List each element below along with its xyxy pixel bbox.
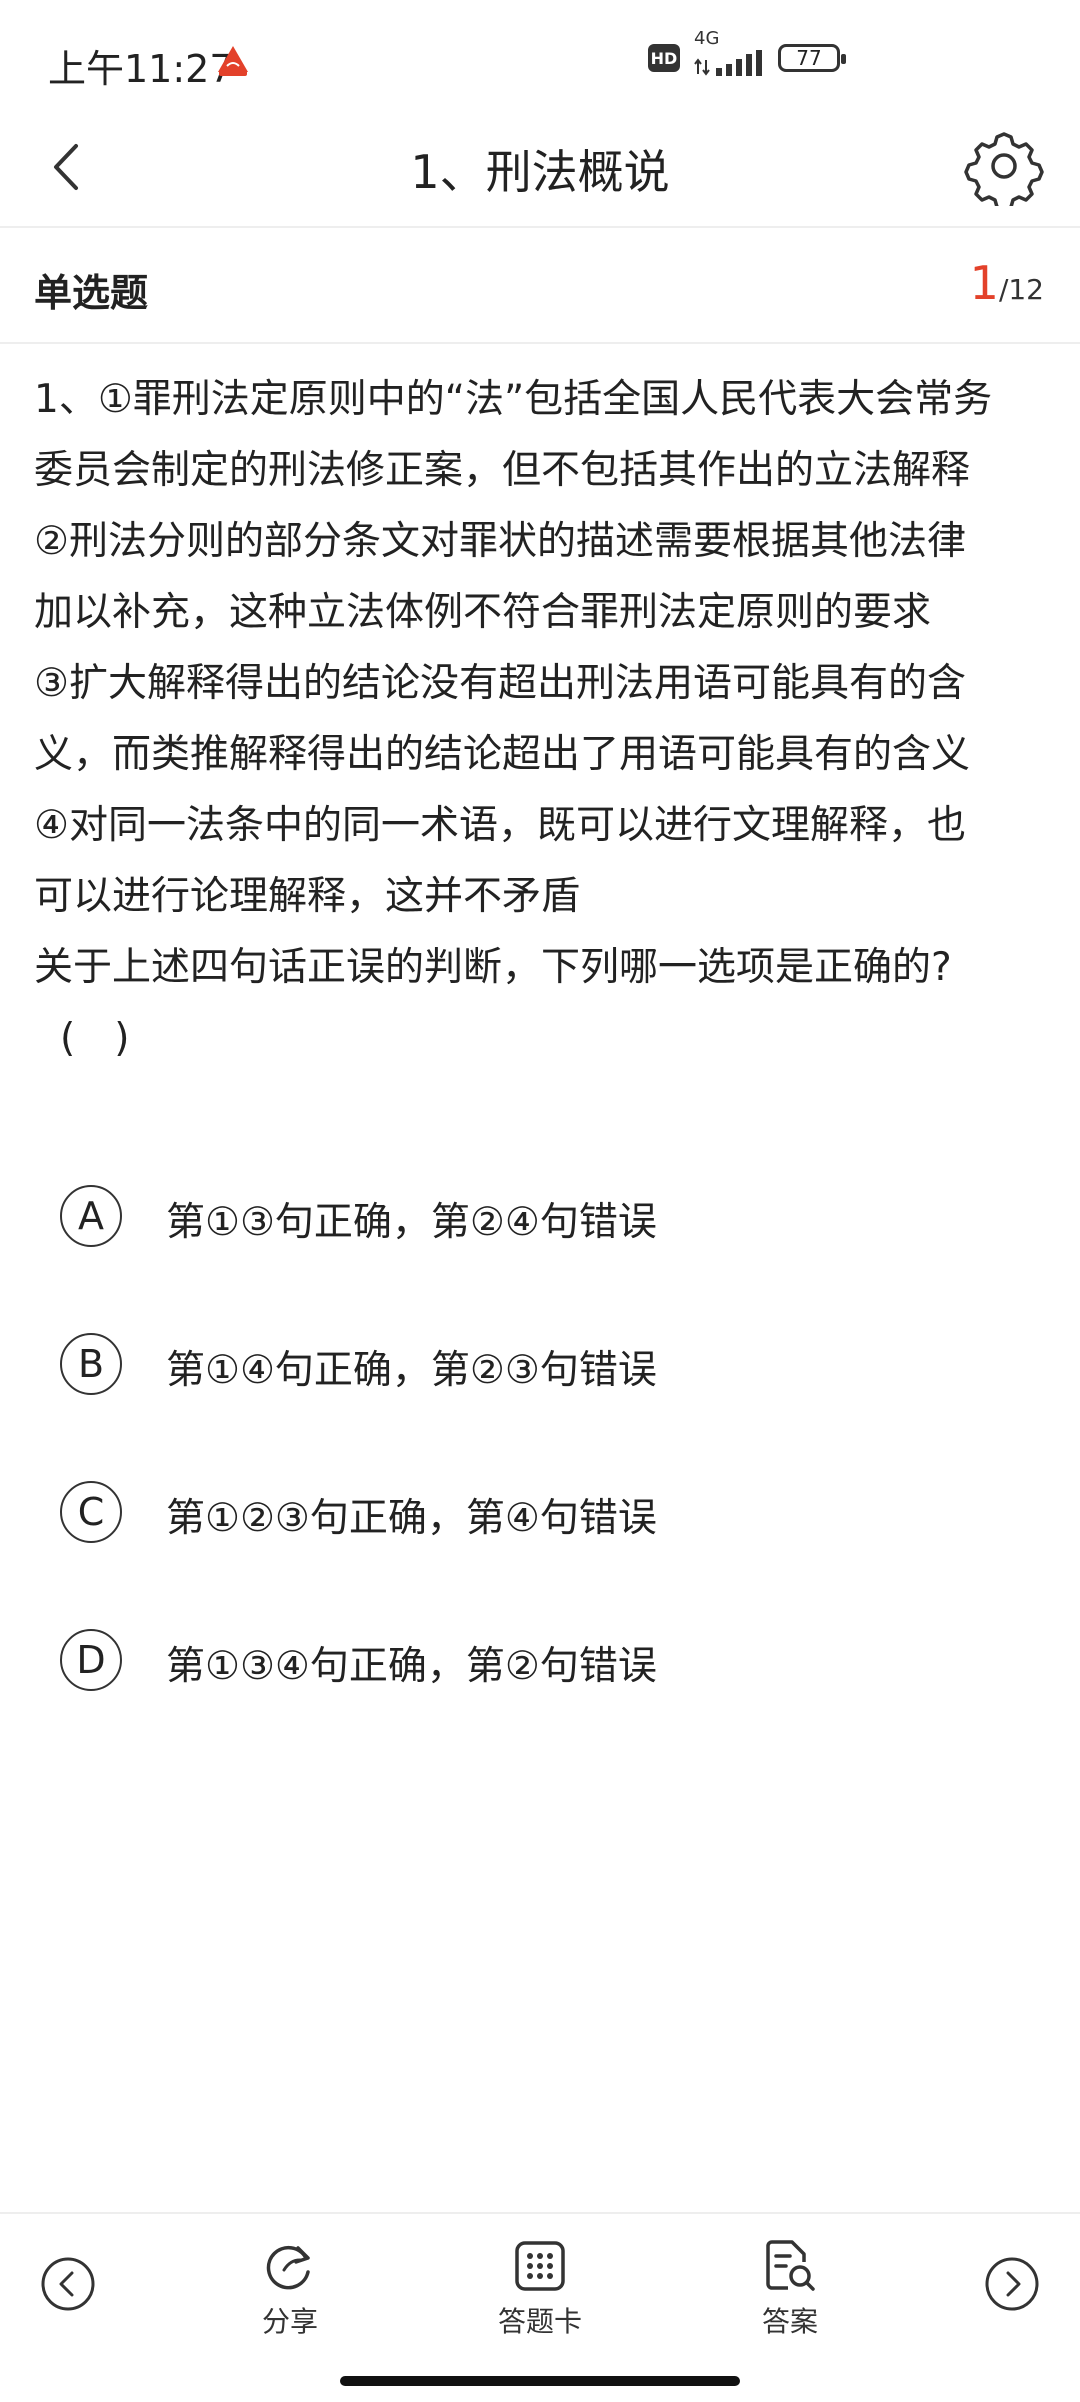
signal-indicator: 4G (694, 28, 764, 76)
option-letter-badge: A (60, 1185, 122, 1247)
settings-button[interactable] (964, 126, 1044, 212)
question-line: 关于上述四句话正误的判断，下列哪一选项是正确的? (34, 945, 952, 990)
status-bar: 上午11:27 HD 4G 77 (0, 0, 1080, 110)
answer-options: A 第①③句正确，第②④句错误 B 第①④句正确，第②③句错误 C 第①②③句正… (60, 1185, 1020, 1777)
question-counter: 1/12 (970, 256, 1044, 310)
bottom-toolbar: 分享 答题卡 答案 (0, 2212, 1080, 2402)
question-type-label: 单选题 (34, 271, 149, 315)
app-header: 1、刑法概说 (0, 110, 1080, 228)
answer-card-button[interactable]: 答题卡 (470, 2238, 610, 2340)
question-line: ④对同一法条中的同一术语，既可以进行文理解释，也 (34, 803, 966, 848)
chevron-left-circle-icon (41, 2257, 95, 2311)
option-d[interactable]: D 第①③④句正确，第②句错误 (60, 1629, 1020, 1777)
option-letter-badge: D (60, 1629, 122, 1691)
share-button[interactable]: 分享 (220, 2238, 360, 2340)
share-label: 分享 (261, 2305, 318, 2338)
document-search-icon (766, 2240, 815, 2291)
page-title: 1、刑法概说 (410, 145, 670, 199)
gear-icon (964, 132, 1044, 212)
option-a[interactable]: A 第①③句正确，第②④句错误 (60, 1185, 1020, 1333)
hd-badge: HD (648, 44, 680, 72)
chevron-right-circle-icon (985, 2257, 1039, 2311)
status-time: 上午11:27 (48, 47, 234, 91)
answer-blank: ( ) (60, 1016, 130, 1061)
question-line: 义，而类推解释得出的结论超出了用语可能具有的含义 (34, 732, 971, 777)
total-questions: /12 (998, 273, 1044, 306)
option-text: 第①③句正确，第②④句错误 (166, 1200, 657, 1245)
question-stem: 1、①罪刑法定原则中的“法”包括全国人民代表大会常务 委员会制定的刑法修正案，但… (34, 364, 1050, 1074)
question-type-row: 单选题 1/12 (0, 228, 1080, 344)
option-text: 第①④句正确，第②③句错误 (166, 1348, 657, 1393)
option-text: 第①③④句正确，第②句错误 (166, 1644, 657, 1689)
option-letter-badge: C (60, 1481, 122, 1543)
status-indicators: HD 4G 77 (648, 28, 846, 76)
question-line: 加以补充，这种立法体例不符合罪刑法定原则的要求 (34, 590, 932, 635)
app-notification-icon (215, 44, 251, 82)
network-type: 4G (694, 28, 720, 49)
battery-indicator: 77 (778, 44, 846, 72)
option-letter-badge: B (60, 1333, 122, 1395)
option-text: 第①②③句正确，第④句错误 (166, 1496, 657, 1541)
answer-card-label: 答题卡 (497, 2305, 582, 2338)
question-line: ③扩大解释得出的结论没有超出刑法用语可能具有的含 (34, 661, 966, 706)
signal-icon (694, 50, 762, 76)
option-b[interactable]: B 第①④句正确，第②③句错误 (60, 1333, 1020, 1481)
answer-button[interactable]: 答案 (720, 2238, 860, 2340)
answer-label: 答案 (761, 2305, 818, 2338)
share-icon (266, 2245, 310, 2290)
current-question-number: 1 (969, 256, 999, 310)
option-c[interactable]: C 第①②③句正确，第④句错误 (60, 1481, 1020, 1629)
next-question-button[interactable] (984, 2256, 1040, 2312)
question-line: ②刑法分则的部分条文对罪状的描述需要根据其他法律 (34, 519, 966, 564)
grid-icon (515, 2241, 565, 2291)
previous-question-button[interactable] (40, 2256, 96, 2312)
question-line: 委员会制定的刑法修正案，但不包括其作出的立法解释 (34, 448, 971, 493)
home-indicator[interactable] (340, 2376, 740, 2386)
question-line: 可以进行论理解释，这并不矛盾 (34, 874, 581, 919)
question-line: 1、①罪刑法定原则中的“法”包括全国人民代表大会常务 (34, 377, 993, 422)
